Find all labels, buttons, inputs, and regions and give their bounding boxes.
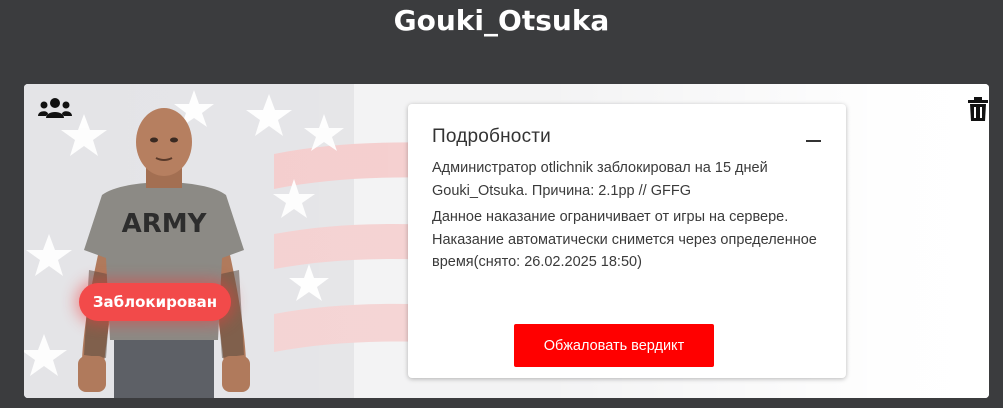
- group-icon[interactable]: [38, 96, 72, 120]
- details-title: Подробности: [432, 126, 551, 147]
- shirt-text: ARMY: [122, 209, 208, 239]
- appeal-button[interactable]: Обжаловать вердикт: [514, 324, 714, 367]
- details-paragraph-info: Данное наказание ограничивает от игры на…: [432, 209, 817, 270]
- page-title: Gouki_Otsuka: [393, 4, 610, 37]
- minus-icon[interactable]: [806, 140, 821, 142]
- details-text: Администратор otlichnik заблокировал на …: [432, 157, 824, 278]
- avatar: ARMY: [78, 108, 250, 398]
- ban-card: ARMY Заблокирован Подробности Администра…: [24, 84, 989, 398]
- details-panel: Подробности Администратор otlichnik забл…: [408, 104, 846, 378]
- status-badge: Заблокирован: [79, 283, 231, 321]
- details-paragraph-ban: Администратор otlichnik заблокировал на …: [432, 160, 768, 199]
- trash-icon[interactable]: [968, 97, 988, 121]
